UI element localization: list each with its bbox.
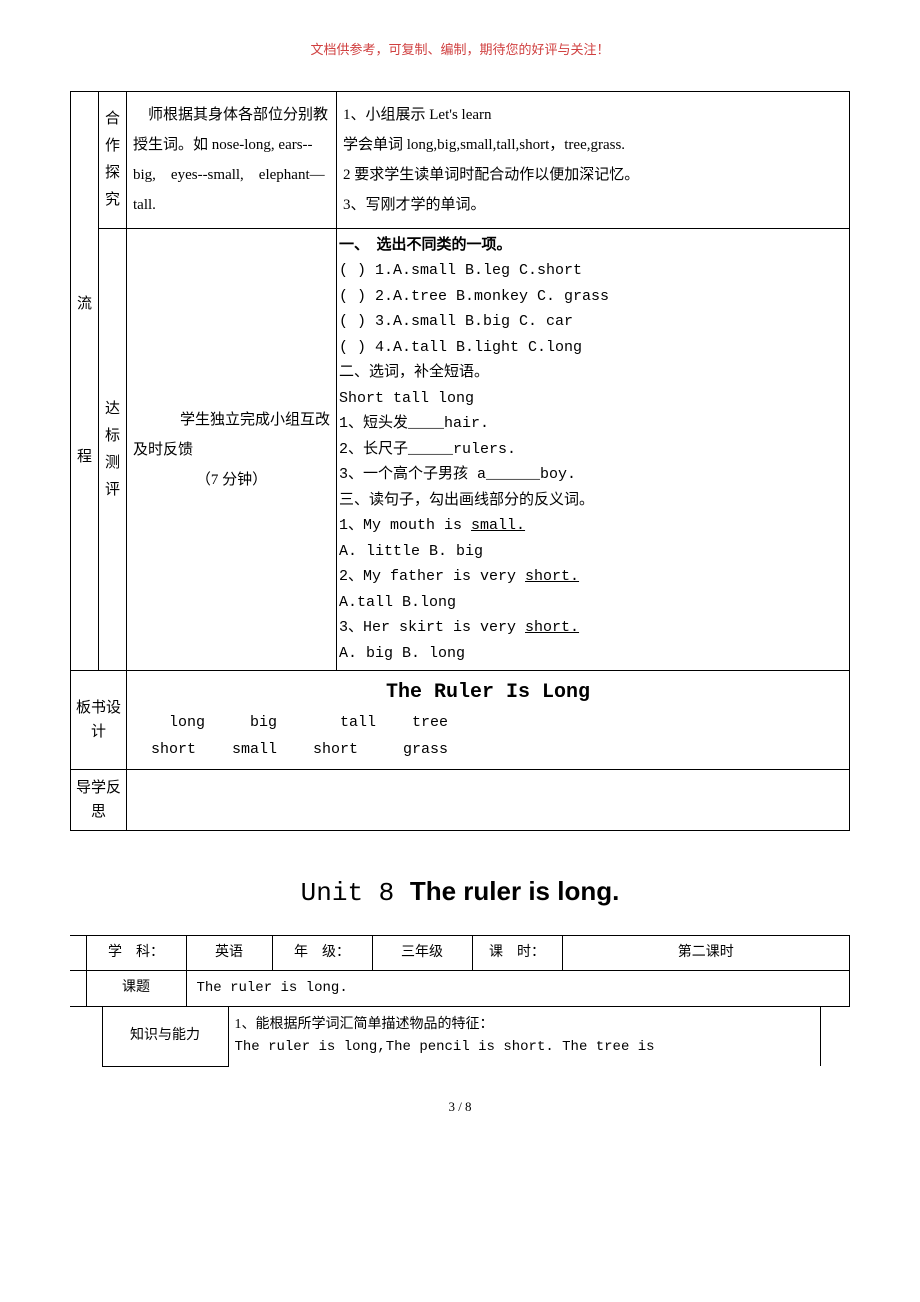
grade-lbl: 年 级：: [272, 935, 372, 970]
ex1-1: ( ) 1.A.small B.leg C.short: [339, 258, 847, 284]
ex2-title: 二、选词，补全短语。: [339, 360, 847, 386]
test-t3: （7 分钟）: [133, 465, 330, 495]
reflect-content: [127, 770, 850, 831]
process-label-bottom: 程: [75, 441, 94, 474]
board-line1: long big tall tree: [131, 709, 845, 736]
test-row: 达标测评 学生独立完成小组互改 及时反馈 （7 分钟） 一、 选出不同类的一项。…: [71, 228, 850, 671]
board-label: 板书设计: [71, 671, 127, 770]
reflect-row: 导学反思: [71, 770, 850, 831]
ex1-title: 一、 选出不同类的一项。: [339, 233, 847, 259]
coop-s4: 3、写刚才学的单词。: [343, 190, 843, 220]
board-line2: short small short grass: [131, 736, 845, 763]
topic-val: The ruler is long.: [186, 971, 850, 1006]
page-footer: 3 / 8: [70, 1097, 850, 1118]
period-lbl: 课 时：: [472, 935, 562, 970]
reflect-label: 导学反思: [71, 770, 127, 831]
subject-val: 英语: [186, 935, 272, 970]
coop-row: 流 程 合作探究 师根据其身体各部位分别教授生词。如 nose-long, ea…: [71, 91, 850, 228]
process-table: 流 程 合作探究 师根据其身体各部位分别教授生词。如 nose-long, ea…: [70, 91, 850, 832]
subject-lbl: 学 科：: [86, 935, 186, 970]
ex3-3opt: A. big B. long: [339, 641, 847, 667]
ex3-2opt: A.tall B.long: [339, 590, 847, 616]
ex3-title: 三、读句子，勾出画线部分的反义词。: [339, 488, 847, 514]
ex1-3: ( ) 3.A.small B.big C. car: [339, 309, 847, 335]
process-label: 流 程: [71, 91, 99, 671]
ex2-1: 1、短头发____hair.: [339, 411, 847, 437]
topic-lbl: 课题: [86, 971, 186, 1006]
ex3-1: 1、My mouth is small.: [339, 513, 847, 539]
period-val: 第二课时: [562, 935, 850, 970]
ex2-words: Short tall long: [339, 386, 847, 412]
obj-content: 1、能根据所学词汇简单描述物品的特征： The ruler is long,Th…: [228, 1007, 820, 1067]
ex2-2: 2、长尺子_____rulers.: [339, 437, 847, 463]
unit-prefix: Unit 8: [301, 878, 410, 908]
meta-table: 学 科： 英语 年 级： 三年级 课 时： 第二课时 课题 The ruler …: [70, 935, 850, 1007]
test-teacher: 学生独立完成小组互改 及时反馈 （7 分钟）: [127, 228, 337, 671]
test-label: 达标测评: [99, 228, 127, 671]
obj-l1: 1、能根据所学词汇简单描述物品的特征：: [235, 1013, 814, 1037]
unit-title: Unit 8 The ruler is long.: [70, 871, 850, 915]
grade-val: 三年级: [372, 935, 472, 970]
board-content-cell: The Ruler Is Long long big tall tree sho…: [127, 671, 850, 770]
process-label-top: 流: [75, 288, 94, 321]
unit-main: The ruler is long.: [410, 876, 619, 906]
coop-label: 合作探究: [99, 91, 127, 228]
obj-table: 知识与能力 1、能根据所学词汇简单描述物品的特征： The ruler is l…: [70, 1007, 850, 1067]
header-note: 文档供参考，可复制、编制，期待您的好评与关注！: [70, 40, 850, 61]
ex3-3: 3、Her skirt is very short.: [339, 615, 847, 641]
board-row: 板书设计 The Ruler Is Long long big tall tre…: [71, 671, 850, 770]
coop-s3: 2 要求学生读单词时配合动作以便加深记忆。: [343, 160, 843, 190]
ex2-3: 3、一个高个子男孩 a______boy.: [339, 462, 847, 488]
coop-student: 1、小组展示 Let's learn 学会单词 long,big,small,t…: [337, 91, 850, 228]
ex1-2: ( ) 2.A.tree B.monkey C. grass: [339, 284, 847, 310]
meta-row1: 学 科： 英语 年 级： 三年级 课 时： 第二课时: [70, 935, 850, 970]
coop-s2: 学会单词 long,big,small,tall,short，tree,gras…: [343, 130, 843, 160]
board-title: The Ruler Is Long: [131, 677, 845, 709]
coop-s1: 1、小组展示 Let's learn: [343, 100, 843, 130]
obj-row: 知识与能力 1、能根据所学词汇简单描述物品的特征： The ruler is l…: [70, 1007, 850, 1067]
test-t1: 学生独立完成小组互改: [133, 405, 330, 435]
ex3-2: 2、My father is very short.: [339, 564, 847, 590]
ex1-4: ( ) 4.A.tall B.light C.long: [339, 335, 847, 361]
obj-l2: The ruler is long,The pencil is short. T…: [235, 1036, 814, 1060]
ex3-1opt: A. little B. big: [339, 539, 847, 565]
test-student: 一、 选出不同类的一项。 ( ) 1.A.small B.leg C.short…: [337, 228, 850, 671]
coop-teacher: 师根据其身体各部位分别教授生词。如 nose-long, ears--big, …: [127, 91, 337, 228]
obj-label: 知识与能力: [102, 1007, 228, 1067]
meta-row2: 课题 The ruler is long.: [70, 971, 850, 1006]
test-t2: 及时反馈: [133, 435, 330, 465]
